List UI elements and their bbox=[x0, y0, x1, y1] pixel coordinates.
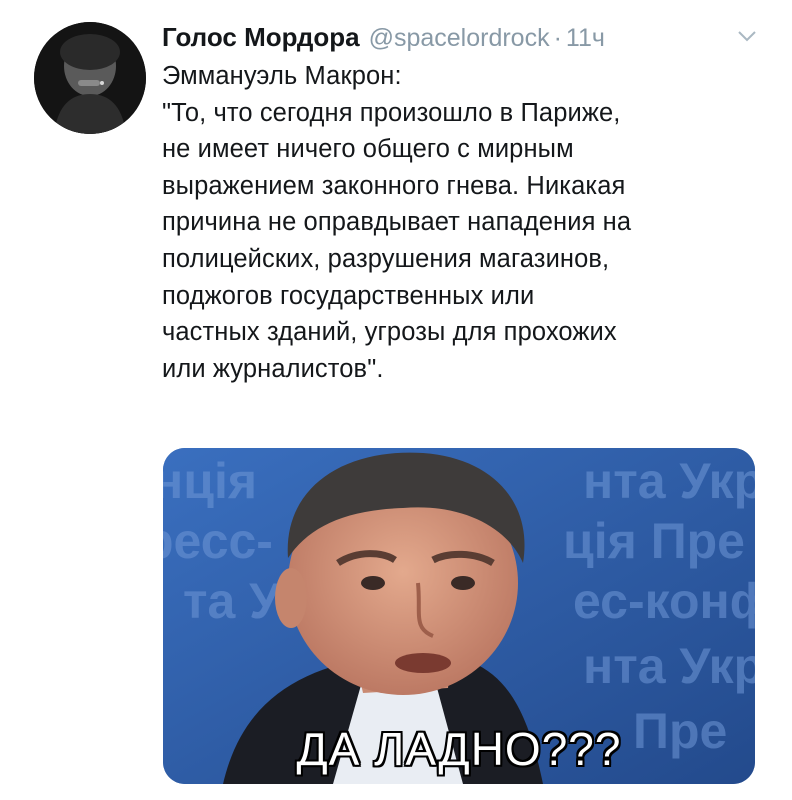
sign-fragment: ресс- bbox=[163, 513, 273, 569]
tweet-media[interactable]: нція нта Укр ресс- ція Пре та У ес-конф … bbox=[163, 448, 755, 784]
media-caption: ДА ЛАДНО??? bbox=[296, 723, 622, 775]
sign-fragment: та У bbox=[183, 573, 281, 629]
tweet-header: Голос Мордора @spacelordrock · 11ч bbox=[162, 22, 605, 56]
chevron-down-icon[interactable] bbox=[735, 26, 759, 46]
user-handle[interactable]: @spacelordrock bbox=[369, 24, 550, 53]
tweet-text: Эммануэль Макрон: "То, что сегодня произ… bbox=[162, 62, 632, 383]
sign-fragment: ція Пре bbox=[563, 513, 745, 569]
avatar-photo bbox=[34, 22, 146, 134]
display-name[interactable]: Голос Мордора bbox=[162, 22, 360, 53]
sign-fragment: нта Укра bbox=[583, 638, 755, 694]
timestamp[interactable]: 11ч bbox=[566, 24, 605, 53]
sign-fragment: ес-конф bbox=[573, 573, 755, 629]
avatar[interactable] bbox=[34, 22, 146, 134]
sign-fragment: нція bbox=[163, 453, 257, 509]
sign-fragment: нта Укр bbox=[583, 453, 755, 509]
separator-dot: · bbox=[553, 24, 562, 52]
tweet-card: Голос Мордора @spacelordrock · 11ч Эмман… bbox=[0, 0, 792, 800]
